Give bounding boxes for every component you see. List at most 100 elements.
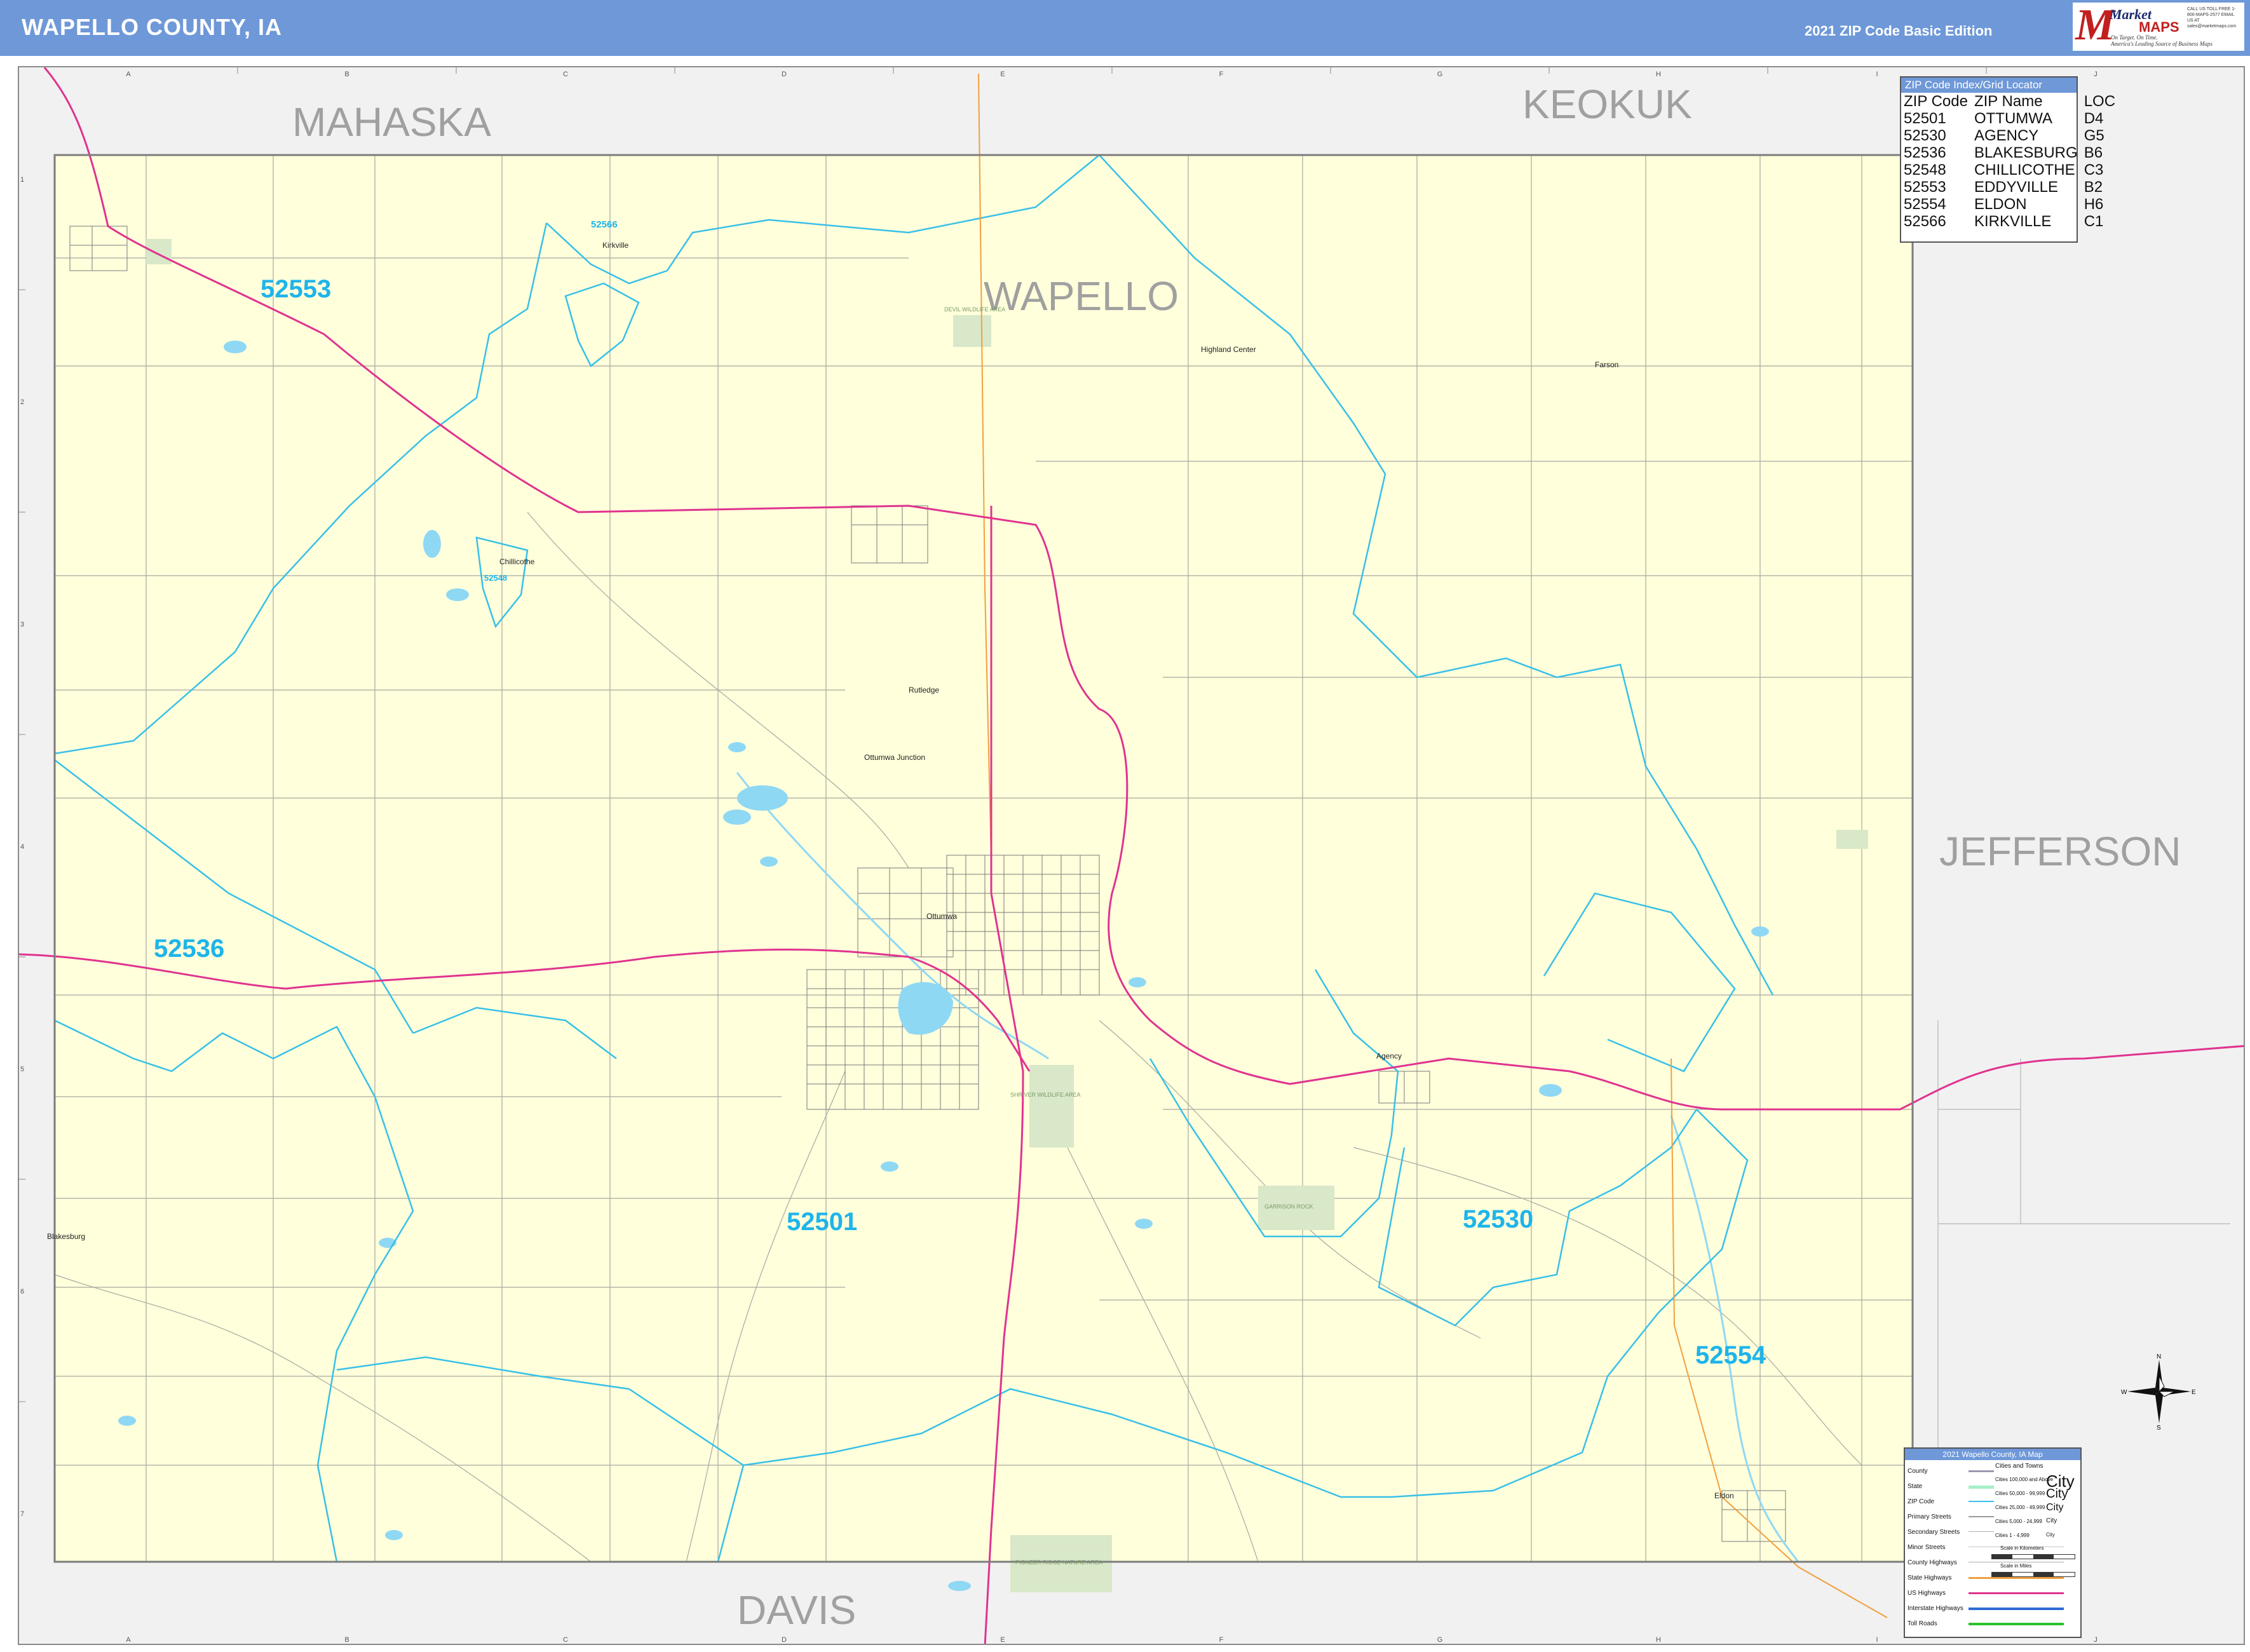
grid-col-g: G <box>1437 71 1443 78</box>
table-row[interactable]: 52566 KIRKVILLE C1 <box>1904 213 2122 230</box>
legend-line-county <box>1969 1470 1994 1472</box>
grid-numbers-left: 1 2 3 4 5 6 7 <box>20 176 24 1518</box>
zip-label-52548: 52548 <box>484 573 507 583</box>
grid-row-1: 1 <box>20 176 24 184</box>
legend-item-minor: Minor Streets <box>1908 1544 1946 1551</box>
legend-scale-km-bar <box>1991 1554 2075 1559</box>
logo-tagline: On Target. On Time. America's Leading Sou… <box>2111 34 2213 47</box>
county-label-keokuk: KEOKUK <box>1522 81 1692 127</box>
legend-title: 2021 Wapello County, IA Map <box>1905 1449 2080 1460</box>
legend-town-4: Cities 5,000 - 24,999 <box>1995 1519 2042 1524</box>
zip-index-title: ZIP Code Index/Grid Locator <box>1901 78 2077 93</box>
table-row[interactable]: 52554 ELDON H6 <box>1904 196 2122 213</box>
legend-item-toll: Toll Roads <box>1908 1620 1937 1627</box>
map-legend-panel: 2021 Wapello County, IA Map County State… <box>1904 1447 2082 1638</box>
legend-town-symbol-3: City <box>2046 1502 2064 1513</box>
legend-town-5: Cities 1 - 4,999 <box>1995 1533 2030 1538</box>
grid-row-3: 3 <box>20 621 24 628</box>
legend-scale-mi-label: Scale in Miles <box>2000 1563 2032 1569</box>
zip-index-col-code: ZIP Code <box>1904 93 1968 110</box>
place-rutledge: Rutledge <box>909 686 939 694</box>
grid-col-j: J <box>2094 71 2098 78</box>
grid-col-j-bottom: J <box>2094 1636 2098 1644</box>
legend-item-state-hwy: State Highways <box>1908 1574 1952 1581</box>
legend-item-secondary: Secondary Streets <box>1908 1529 1960 1536</box>
zip-label-52536: 52536 <box>154 935 224 963</box>
zip-index-table: ZIP Code ZIP Name LOC 52501 OTTUMWA D4 525… <box>1904 93 2122 230</box>
table-row[interactable]: 52536 BLAKESBURG B6 <box>1904 144 2122 161</box>
legend-line-interstate <box>1969 1608 2064 1610</box>
map-frame[interactable]: A B C D E F G H I J A B C D E F G H I J … <box>18 66 2245 1645</box>
grid-row-6: 6 <box>20 1288 24 1296</box>
zip-label-52501: 52501 <box>787 1208 857 1236</box>
grid-col-f: F <box>1219 71 1224 78</box>
compass-w: W <box>2121 1389 2127 1396</box>
header-bar: WAPELLO COUNTY, IA 2021 ZIP Code Basic E… <box>0 0 2250 56</box>
county-label-davis: DAVIS <box>737 1587 856 1633</box>
place-eldon: Eldon <box>1714 1491 1734 1500</box>
grid-row-7: 7 <box>20 1510 24 1518</box>
grid-row-2: 2 <box>20 398 24 406</box>
area-devil: DEVIL WILDLIFE AREA <box>944 306 1005 313</box>
table-row[interactable]: 52548 CHILLICOTHE C3 <box>1904 161 2122 179</box>
zip-index-header-row: ZIP Code ZIP Name LOC <box>1904 93 2122 110</box>
zip-label-52553: 52553 <box>261 275 331 303</box>
legend-line-primary <box>1969 1516 1994 1517</box>
place-ottumwa-junction: Ottumwa Junction <box>864 753 925 762</box>
grid-col-c-bottom: C <box>563 1636 568 1644</box>
legend-scale-km-label: Scale in Kilometers <box>2000 1545 2044 1551</box>
table-row[interactable]: 52501 OTTUMWA D4 <box>1904 110 2122 127</box>
table-row[interactable]: 52530 AGENCY G5 <box>1904 127 2122 144</box>
legend-line-us-hwy <box>1969 1592 2064 1594</box>
grid-row-4: 4 <box>20 843 24 851</box>
grid-col-i-bottom: I <box>1876 1636 1878 1644</box>
grid-col-b: B <box>344 71 349 78</box>
place-blakesburg: Blakesburg <box>47 1232 85 1241</box>
place-agency: Agency <box>1376 1052 1402 1060</box>
market-maps-logo[interactable]: M Market MAPS On Target. On Time. America… <box>2073 3 2244 51</box>
legend-item-county: County <box>1908 1468 1928 1475</box>
legend-town-1: Cities 100,000 and Above <box>1995 1477 2054 1482</box>
area-garrison-rock: GARRISON ROCK <box>1264 1203 1313 1210</box>
grid-letters-bottom: A B C D E F G H I J <box>126 1636 2097 1644</box>
grid-col-d-bottom: D <box>782 1636 787 1644</box>
grid-col-g-bottom: G <box>1437 1636 1443 1644</box>
legend-item-state: State <box>1908 1483 1923 1490</box>
legend-line-zip <box>1969 1501 1994 1502</box>
legend-item-interstate: Interstate Highways <box>1908 1605 1963 1612</box>
grid-col-e-bottom: E <box>1000 1636 1005 1644</box>
zip-index-panel: ZIP Code Index/Grid Locator ZIP Code ZIP… <box>1900 76 2115 243</box>
logo-contact: CALL US TOLL FREE 1-800-MAPS-2577 EMAIL … <box>2187 7 2237 29</box>
grid-col-e: E <box>1000 71 1005 78</box>
table-row[interactable]: 52553 EDDYVILLE B2 <box>1904 179 2122 196</box>
legend-item-us-hwy: US Highways <box>1908 1590 1946 1597</box>
legend-item-zip: ZIP Code <box>1908 1498 1935 1505</box>
grid-col-i: I <box>1876 71 1878 78</box>
legend-town-symbol-2: City <box>2046 1487 2068 1501</box>
logo-m-mark: M <box>2075 1 2115 50</box>
logo-maps-text: MAPS <box>2139 19 2179 35</box>
place-kirkville: Kirkville <box>602 241 629 250</box>
legend-line-secondary <box>1969 1531 1994 1532</box>
zip-label-52530: 52530 <box>1463 1205 1533 1233</box>
place-highland-center: Highland Center <box>1201 345 1256 354</box>
grid-row-5: 5 <box>20 1066 24 1073</box>
legend-line-state-hwy <box>1969 1577 2064 1579</box>
place-chillicothe: Chillicothe <box>499 557 535 566</box>
grid-col-d: D <box>782 71 787 78</box>
compass-e: E <box>2192 1389 2196 1396</box>
legend-line-toll <box>1969 1623 2064 1625</box>
area-pioneer-ridge: PIONEER RIDGE NATURE AREA <box>1015 1559 1102 1566</box>
grid-col-a-bottom: A <box>126 1636 131 1644</box>
area-wildlife: SHRIVER WILDLIFE AREA <box>1010 1092 1081 1098</box>
county-label-wapello: WAPELLO <box>984 273 1179 319</box>
grid-col-c: C <box>563 71 568 78</box>
legend-item-primary: Primary Streets <box>1908 1513 1951 1520</box>
legend-line-state <box>1969 1486 1994 1489</box>
grid-col-h-bottom: H <box>1656 1636 1661 1644</box>
compass-rose-icon: N S E W <box>2121 1353 2196 1430</box>
place-ottumwa: Ottumwa <box>926 912 957 921</box>
legend-town-symbol-4: City <box>2046 1517 2057 1524</box>
zip-label-52554: 52554 <box>1695 1341 1766 1369</box>
county-map-svg: A B C D E F G H I J A B C D E F G H I J … <box>19 67 2244 1644</box>
